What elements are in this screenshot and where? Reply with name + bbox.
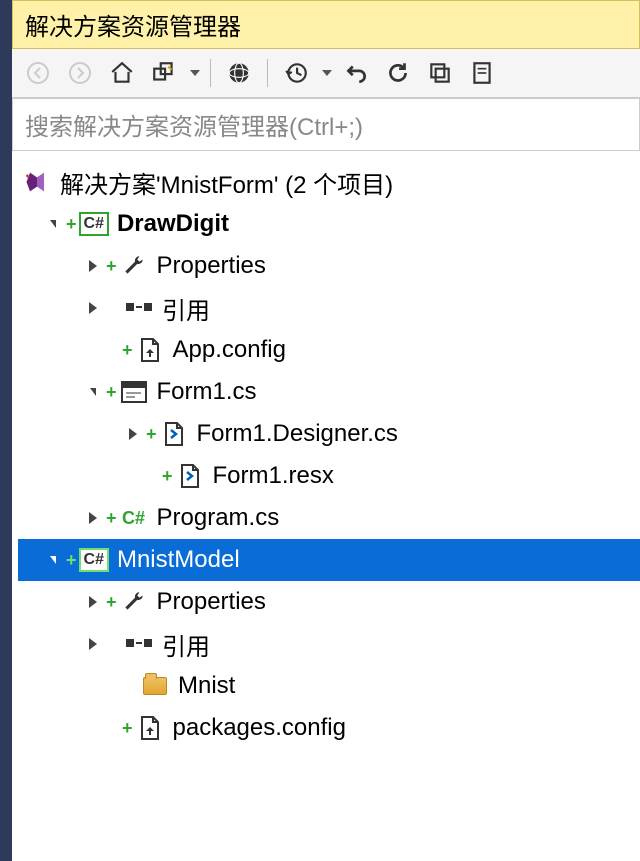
home-button[interactable] bbox=[104, 55, 140, 91]
plus-icon: + bbox=[122, 340, 133, 361]
tree-project-drawdigit[interactable]: + C# DrawDigit bbox=[18, 203, 640, 245]
form-icon bbox=[119, 377, 149, 407]
globe-button[interactable] bbox=[221, 55, 257, 91]
home-icon bbox=[109, 60, 135, 86]
tree-item-references[interactable]: 引用 bbox=[18, 623, 640, 665]
sync-dropdown-icon[interactable] bbox=[190, 70, 200, 76]
properties-icon bbox=[469, 60, 495, 86]
cs-file-icon bbox=[159, 419, 189, 449]
separator bbox=[210, 59, 211, 87]
expander-icon[interactable] bbox=[84, 257, 102, 275]
collapse-icon bbox=[427, 60, 453, 86]
tree-item-properties[interactable]: + Properties bbox=[18, 245, 640, 287]
sync-icon bbox=[151, 60, 177, 86]
tree-item-appconfig[interactable]: + App.config bbox=[18, 329, 640, 371]
globe-icon bbox=[226, 60, 252, 86]
expander-icon[interactable] bbox=[44, 551, 62, 569]
plus-icon: + bbox=[66, 550, 77, 571]
properties-button[interactable] bbox=[464, 55, 500, 91]
tree-item-program[interactable]: + C# Program.cs bbox=[18, 497, 640, 539]
history-button[interactable] bbox=[278, 55, 314, 91]
tree-item-properties[interactable]: + Properties bbox=[18, 581, 640, 623]
plus-icon: + bbox=[162, 466, 173, 487]
wrench-icon bbox=[119, 587, 149, 617]
resx-file-icon bbox=[175, 461, 205, 491]
csharp-project-icon: C# bbox=[79, 548, 109, 572]
solution-icon bbox=[22, 167, 52, 197]
config-file-icon bbox=[135, 713, 165, 743]
expander-icon[interactable] bbox=[84, 509, 102, 527]
item-label: Properties bbox=[157, 588, 266, 616]
item-label: packages.config bbox=[173, 714, 346, 742]
project-label: DrawDigit bbox=[117, 210, 229, 238]
item-label: Mnist bbox=[178, 672, 235, 700]
config-file-icon bbox=[135, 335, 165, 365]
panel-title-text: 解决方案资源管理器 bbox=[25, 14, 241, 41]
plus-icon: + bbox=[146, 424, 157, 445]
history-icon bbox=[283, 60, 309, 86]
tree-item-form1designer[interactable]: + Form1.Designer.cs bbox=[18, 413, 640, 455]
csharp-project-icon: C# bbox=[79, 212, 109, 236]
back-icon bbox=[26, 61, 50, 85]
tree-item-references[interactable]: 引用 bbox=[18, 287, 640, 329]
search-placeholder: 搜索解决方案资源管理器(Ctrl+;) bbox=[25, 114, 363, 141]
tree-item-packages[interactable]: + packages.config bbox=[18, 707, 640, 749]
tree-project-mnistmodel[interactable]: + C# MnistModel bbox=[18, 539, 640, 581]
plus-icon: + bbox=[106, 382, 117, 403]
solution-label: 解决方案'MnistForm' (2 个项目) bbox=[60, 165, 393, 200]
expander-icon[interactable] bbox=[124, 425, 142, 443]
tree-item-mnist-folder[interactable]: Mnist bbox=[18, 665, 640, 707]
refresh-button[interactable] bbox=[380, 55, 416, 91]
forward-button[interactable] bbox=[62, 55, 98, 91]
sync-button[interactable] bbox=[146, 55, 182, 91]
search-input[interactable]: 搜索解决方案资源管理器(Ctrl+;) bbox=[12, 98, 640, 151]
forward-icon bbox=[68, 61, 92, 85]
folder-icon bbox=[140, 671, 170, 701]
item-label: 引用 bbox=[162, 291, 210, 326]
expander-icon[interactable] bbox=[84, 383, 102, 401]
item-label: 引用 bbox=[162, 627, 210, 662]
references-icon bbox=[124, 293, 154, 323]
expander-icon[interactable] bbox=[84, 299, 102, 317]
item-label: Form1.Designer.cs bbox=[197, 420, 398, 448]
refresh-icon bbox=[385, 60, 411, 86]
item-label: Program.cs bbox=[157, 504, 280, 532]
panel-title: 解决方案资源管理器 bbox=[12, 0, 640, 49]
plus-icon: + bbox=[66, 214, 77, 235]
plus-icon: + bbox=[106, 508, 117, 529]
history-dropdown-icon[interactable] bbox=[322, 70, 332, 76]
undo-button[interactable] bbox=[338, 55, 374, 91]
collapse-button[interactable] bbox=[422, 55, 458, 91]
back-button[interactable] bbox=[20, 55, 56, 91]
separator bbox=[267, 59, 268, 87]
item-label: Form1.resx bbox=[213, 462, 334, 490]
plus-icon: + bbox=[122, 718, 133, 739]
expander-icon[interactable] bbox=[44, 215, 62, 233]
item-label: App.config bbox=[173, 336, 286, 364]
tree-solution[interactable]: 解决方案'MnistForm' (2 个项目) bbox=[18, 161, 640, 203]
toolbar bbox=[12, 49, 640, 98]
undo-icon bbox=[343, 60, 369, 86]
expander-icon[interactable] bbox=[84, 635, 102, 653]
expander-icon[interactable] bbox=[84, 593, 102, 611]
solution-tree: 解决方案'MnistForm' (2 个项目) + C# DrawDigit +… bbox=[12, 151, 640, 749]
wrench-icon bbox=[119, 251, 149, 281]
item-label: Properties bbox=[157, 252, 266, 280]
plus-icon: + bbox=[106, 592, 117, 613]
project-label: MnistModel bbox=[117, 546, 240, 574]
csharp-file-icon: C# bbox=[119, 508, 149, 529]
references-icon bbox=[124, 629, 154, 659]
plus-icon: + bbox=[106, 256, 117, 277]
item-label: Form1.cs bbox=[157, 378, 257, 406]
tree-item-form1resx[interactable]: + Form1.resx bbox=[18, 455, 640, 497]
tree-item-form1[interactable]: + Form1.cs bbox=[18, 371, 640, 413]
